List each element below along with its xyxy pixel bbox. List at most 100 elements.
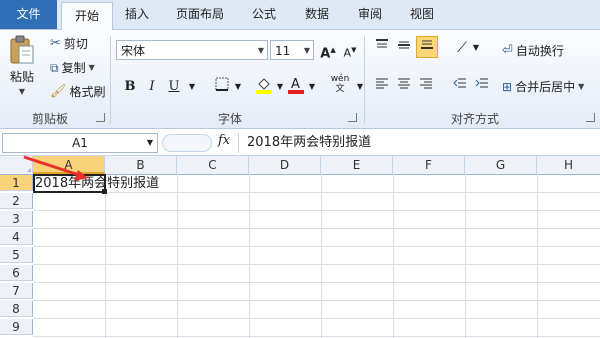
- format-painter-button[interactable]: 🖌 格式刷: [50, 83, 106, 100]
- name-box-dropdown-icon: ▼: [146, 138, 153, 147]
- orientation-dropdown-icon[interactable]: ▼: [466, 38, 486, 58]
- column-header-f[interactable]: F: [393, 156, 465, 174]
- increase-indent-icon[interactable]: [472, 76, 492, 96]
- font-color-dropdown-icon[interactable]: ▼: [302, 77, 322, 97]
- align-top-icon[interactable]: [372, 38, 392, 58]
- chevron-down-icon: ▼: [257, 46, 264, 55]
- row-header-4[interactable]: 4: [0, 229, 33, 245]
- copy-button[interactable]: ⧉ 复制 ▼: [50, 59, 95, 76]
- paste-button[interactable]: 粘贴 ▼: [8, 34, 36, 96]
- gridline: [537, 174, 538, 338]
- column-header-e[interactable]: E: [321, 156, 393, 174]
- gridline: [33, 264, 600, 265]
- align-bottom-lines: [421, 40, 433, 49]
- formula-bar-resize-handle[interactable]: [162, 134, 212, 152]
- cut-button[interactable]: ✂ 剪切: [50, 35, 88, 52]
- svg-text:A: A: [291, 77, 300, 92]
- tab-home[interactable]: 开始: [61, 2, 113, 31]
- row-header-7[interactable]: 7: [0, 283, 33, 299]
- copy-dropdown-icon: ▼: [88, 63, 95, 72]
- clipboard-dialog-launcher-icon[interactable]: [96, 113, 105, 122]
- column-header-g[interactable]: G: [465, 156, 537, 174]
- row-header-2[interactable]: 2: [0, 193, 33, 209]
- align-top-lines: [376, 39, 388, 48]
- gridline: [249, 174, 250, 338]
- tab-formulas[interactable]: 公式: [244, 0, 284, 29]
- gridline: [105, 174, 106, 338]
- chevron-down-icon: ▼: [303, 46, 310, 55]
- gridline: [321, 174, 322, 338]
- column-header-c[interactable]: C: [177, 156, 249, 174]
- merge-dropdown-icon: ▼: [578, 82, 585, 91]
- row-header-8[interactable]: 8: [0, 301, 33, 317]
- phonetic-guide-icon[interactable]: wén 文: [328, 74, 352, 94]
- copy-label: 复制: [61, 61, 86, 75]
- align-center-icon[interactable]: [394, 76, 414, 96]
- underline-dropdown-icon[interactable]: ▼: [182, 77, 202, 97]
- italic-button[interactable]: I: [142, 77, 162, 97]
- decrease-indent-lines: [453, 78, 466, 88]
- paintbrush-icon: 🖌: [50, 83, 67, 99]
- format-painter-label: 格式刷: [69, 85, 106, 99]
- merge-center-button[interactable]: ⊞ 合并后居中 ▼: [502, 78, 584, 95]
- column-header-b[interactable]: B: [105, 156, 177, 174]
- align-left-icon[interactable]: [372, 76, 392, 96]
- tab-insert[interactable]: 插入: [117, 0, 157, 29]
- align-right-lines: [420, 78, 432, 89]
- insert-function-icon[interactable]: fx: [218, 133, 230, 148]
- paste-dropdown-icon: ▼: [18, 87, 26, 96]
- column-header-d[interactable]: D: [249, 156, 321, 174]
- ribbon-tab-bar: 文件 开始 插入 页面布局 公式 数据 审阅 视图: [0, 0, 600, 31]
- borders-dropdown-icon[interactable]: ▼: [228, 77, 248, 97]
- row-header-9[interactable]: 9: [0, 319, 33, 335]
- gridline: [33, 228, 600, 229]
- ribbon: 粘贴 ▼ ✂ 剪切 ⧉ 复制 ▼ 🖌 格式刷 剪贴板 宋体 ▼ 11 ▼ A▲ …: [0, 30, 600, 129]
- tab-page-layout[interactable]: 页面布局: [168, 0, 232, 29]
- tab-file[interactable]: 文件: [0, 0, 57, 29]
- phonetic-dropdown-icon[interactable]: ▼: [350, 77, 370, 97]
- gridline: [33, 300, 600, 301]
- paste-icon: [10, 35, 34, 64]
- align-middle-icon[interactable]: [394, 38, 414, 58]
- align-right-icon[interactable]: [416, 76, 436, 96]
- scissors-icon: ✂: [50, 35, 61, 51]
- gridline: [33, 336, 600, 337]
- font-size-value: 11: [275, 44, 291, 58]
- tab-review[interactable]: 审阅: [350, 0, 390, 29]
- gridline: [33, 282, 600, 283]
- row-header-5[interactable]: 5: [0, 247, 33, 263]
- copy-icon: ⧉: [50, 60, 59, 75]
- wrap-text-button[interactable]: ⏎ 自动换行: [502, 42, 564, 59]
- group-divider: [364, 36, 365, 124]
- paste-label: 粘贴: [9, 70, 34, 84]
- increase-font-size-icon[interactable]: A▲: [318, 40, 338, 61]
- align-bottom-icon[interactable]: [416, 36, 438, 58]
- font-size-select[interactable]: 11 ▼: [270, 40, 314, 60]
- row-header-3[interactable]: 3: [0, 211, 33, 227]
- bold-button[interactable]: B: [120, 77, 140, 97]
- formula-input[interactable]: 2018年两会特别报道: [238, 133, 600, 153]
- tab-data[interactable]: 数据: [297, 0, 337, 29]
- decrease-indent-icon[interactable]: [450, 76, 470, 96]
- gridline: [393, 174, 394, 338]
- decrease-font-size-icon[interactable]: A▼: [340, 40, 360, 60]
- merge-cells-icon: ⊞: [502, 79, 513, 94]
- underline-button[interactable]: U: [164, 77, 184, 97]
- row-header-6[interactable]: 6: [0, 265, 33, 281]
- font-name-value: 宋体: [121, 44, 146, 58]
- alignment-dialog-launcher-icon[interactable]: [586, 113, 595, 122]
- gridline: [177, 174, 178, 338]
- tab-view[interactable]: 视图: [402, 0, 442, 29]
- wrap-text-label: 自动换行: [515, 44, 564, 58]
- gridline: [33, 192, 600, 193]
- font-name-select[interactable]: 宋体 ▼: [116, 40, 268, 60]
- font-group-label: 字体: [217, 112, 242, 126]
- font-dialog-launcher-icon[interactable]: [348, 113, 357, 122]
- column-header-h[interactable]: H: [537, 156, 600, 174]
- align-middle-lines: [398, 41, 410, 49]
- increase-indent-lines: [475, 78, 488, 88]
- align-center-lines: [398, 78, 410, 89]
- merge-center-label: 合并后居中: [515, 80, 576, 94]
- gridline: [465, 174, 466, 338]
- gridline: [33, 246, 600, 247]
